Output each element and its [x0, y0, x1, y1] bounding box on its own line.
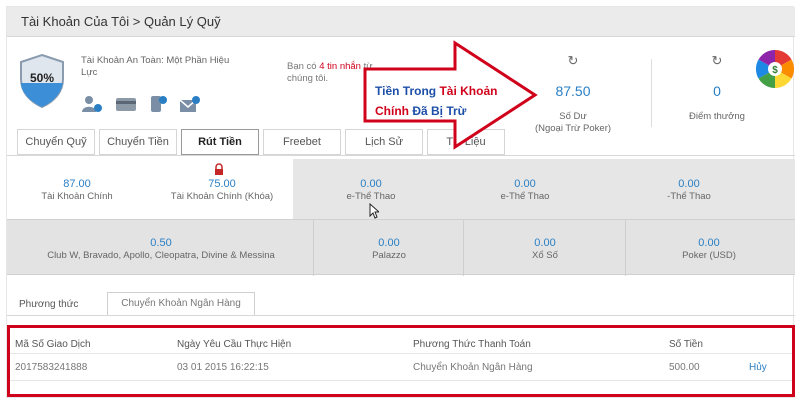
shield-icon: 50%	[17, 53, 67, 109]
tab-divider	[7, 155, 795, 156]
divider	[651, 59, 652, 127]
sub-account-value: 0.50	[150, 237, 172, 249]
tab-transfer-money[interactable]: Chuyển Tiền	[99, 129, 177, 155]
sub-account-label: e-Thể Thao	[346, 191, 396, 202]
sub-account-label: Palazzo	[372, 250, 406, 261]
method-tab-bank-transfer[interactable]: Chuyển Khoản Ngân Hàng	[107, 292, 255, 316]
funds-management-panel: Tài Khoản Của Tôi > Quản Lý Quỹ 50% Tài …	[6, 6, 795, 398]
breadcrumb: Tài Khoản Của Tôi > Quản Lý Quỹ	[7, 7, 795, 37]
sub-account-value: 87.00	[63, 178, 91, 190]
sub-account-label: -Thể Thao	[667, 191, 711, 202]
sub-account-sports[interactable]: 0.00 -Thể Thao	[629, 177, 749, 203]
phone-verified-icon[interactable]	[147, 95, 169, 113]
email-verified-icon[interactable]	[179, 95, 201, 113]
sub-account-poker[interactable]: 0.00 Poker (USD)	[629, 236, 789, 262]
sub-account-value: 0.00	[534, 237, 556, 249]
refresh-points-icon[interactable]: ↻	[707, 53, 727, 69]
method-divider	[7, 315, 795, 316]
breadcrumb-text: Tài Khoản Của Tôi > Quản Lý Quỹ	[21, 14, 221, 29]
card-icon[interactable]	[115, 95, 137, 113]
account-safety-status: Tài Khoản An Toàn: Một Phần Hiệu Lực	[81, 55, 230, 78]
lucky-wheel-icon[interactable]: $	[755, 49, 795, 89]
sub-account-value: 75.00	[208, 178, 236, 190]
tab-freebet[interactable]: Freebet	[263, 129, 341, 155]
security-percent: 50%	[29, 71, 55, 85]
sub-account-value: 0.00	[678, 178, 700, 190]
sub-account-value: 0.00	[698, 237, 720, 249]
points-label: Điểm thưởng	[689, 111, 745, 122]
divider	[313, 220, 314, 276]
sub-account-main: 87.00 Tài Khoản Chính	[17, 177, 137, 203]
tab-withdraw[interactable]: Rút Tiền	[181, 129, 259, 155]
sub-account-esports-2[interactable]: 0.00 e-Thể Thao	[465, 177, 585, 203]
sub-account-label: Poker (USD)	[682, 250, 736, 261]
sub-account-label: Club W, Bravado, Apollo, Cleopatra, Divi…	[47, 250, 275, 261]
callout-line2-red: Chính	[375, 104, 409, 118]
refresh-balance-icon[interactable]: ↻	[563, 53, 583, 69]
method-label: Phương thức	[19, 299, 79, 310]
sub-account-value: 0.00	[378, 237, 400, 249]
sub-account-label: Tài Khoản Chính	[41, 191, 113, 202]
highlight-box	[7, 325, 795, 397]
sub-account-casino[interactable]: 0.50 Club W, Bravado, Apollo, Cleopatra,…	[11, 236, 311, 262]
sub-accounts-row-2: 0.50 Club W, Bravado, Apollo, Cleopatra,…	[7, 219, 795, 276]
messages-prefix: Bạn có	[287, 61, 320, 72]
sub-account-lottery[interactable]: 0.00 Xổ Số	[467, 236, 623, 262]
sub-account-esports-1[interactable]: 0.00 e-Thể Thao	[311, 177, 431, 203]
sub-account-palazzo[interactable]: 0.00 Palazzo	[317, 236, 461, 262]
sub-account-main-locked: 75.00 Tài Khoản Chính (Khóa)	[157, 163, 287, 203]
lock-icon	[213, 163, 225, 178]
user-verified-icon[interactable]	[81, 95, 103, 113]
callout-line1-red: Tài Khoản	[439, 84, 498, 98]
sub-account-value: 0.00	[360, 178, 382, 190]
callout-line1-blue: Tiền Trong	[375, 84, 440, 98]
sub-account-label: Xổ Số	[532, 250, 558, 261]
divider	[625, 220, 626, 276]
divider	[463, 220, 464, 276]
tab-transfer-funds[interactable]: Chuyển Quỹ	[17, 129, 95, 155]
callout-line2-blue: Đã Bị Trừ	[409, 104, 467, 118]
messages-count[interactable]: 4 tin nhắn	[319, 61, 361, 72]
mouse-cursor-icon	[369, 203, 379, 219]
sub-account-value: 0.00	[514, 178, 536, 190]
verification-icons	[81, 95, 211, 115]
sub-account-label: e-Thể Thao	[500, 191, 550, 202]
callout-text: Tiền Trong Tài Khoản Chính Đã Bị Trừ	[375, 81, 525, 121]
wheel-center-label: $	[772, 65, 778, 76]
sub-account-label: Tài Khoản Chính (Khóa)	[170, 191, 274, 202]
